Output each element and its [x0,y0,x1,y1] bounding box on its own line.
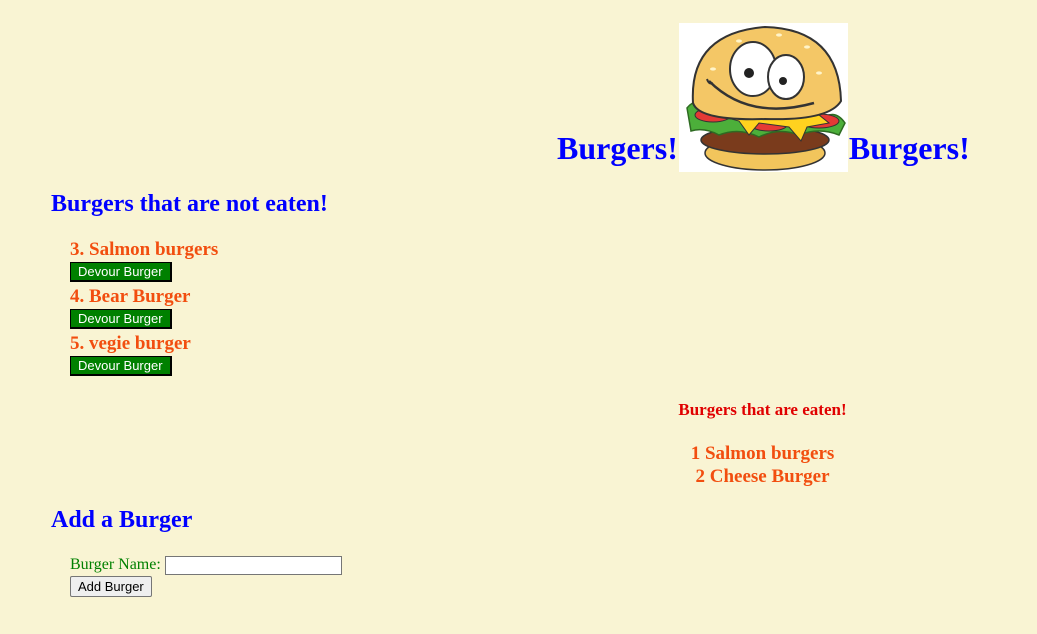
title-right: Burgers! [848,130,970,166]
burger-name-label: Burger Name: [70,556,161,573]
burger-name-row: Burger Name: [70,554,342,576]
list-item: 4. Bear Burger Devour Burger [70,285,218,332]
add-burger-heading: Add a Burger [51,507,193,533]
burger-name-input[interactable] [164,555,342,575]
devour-button[interactable]: Devour Burger [70,356,172,376]
eaten-burger-section: Burgers that are eaten! 1 Salmon burgers… [640,399,885,488]
uneaten-heading: Burgers that are not eaten! [51,191,328,217]
uneaten-burger-list: 3. Salmon burgers Devour Burger 4. Bear … [70,238,218,379]
title-left: Burgers! [557,130,678,166]
burger-name: 5. vegie burger [70,333,191,354]
eaten-list-item: 1 Salmon burgers [690,443,835,464]
page-title: Burgers! Burgers! [557,12,970,172]
burger-name: 4. Bear Burger [70,286,191,307]
devour-button[interactable]: Devour Burger [70,309,172,329]
eaten-heading: Burgers that are eaten! [678,400,847,419]
list-item: 5. vegie burger Devour Burger [70,332,218,379]
devour-button[interactable]: Devour Burger [70,262,172,282]
list-item: 3. Salmon burgers Devour Burger [70,238,218,285]
add-burger-form: Burger Name: Add Burger [70,554,342,597]
eaten-list-item: 2 Cheese Burger [695,466,830,487]
add-burger-button[interactable]: Add Burger [70,576,152,597]
smiling-burger-icon [678,23,848,172]
burger-name: 3. Salmon burgers [70,239,219,260]
